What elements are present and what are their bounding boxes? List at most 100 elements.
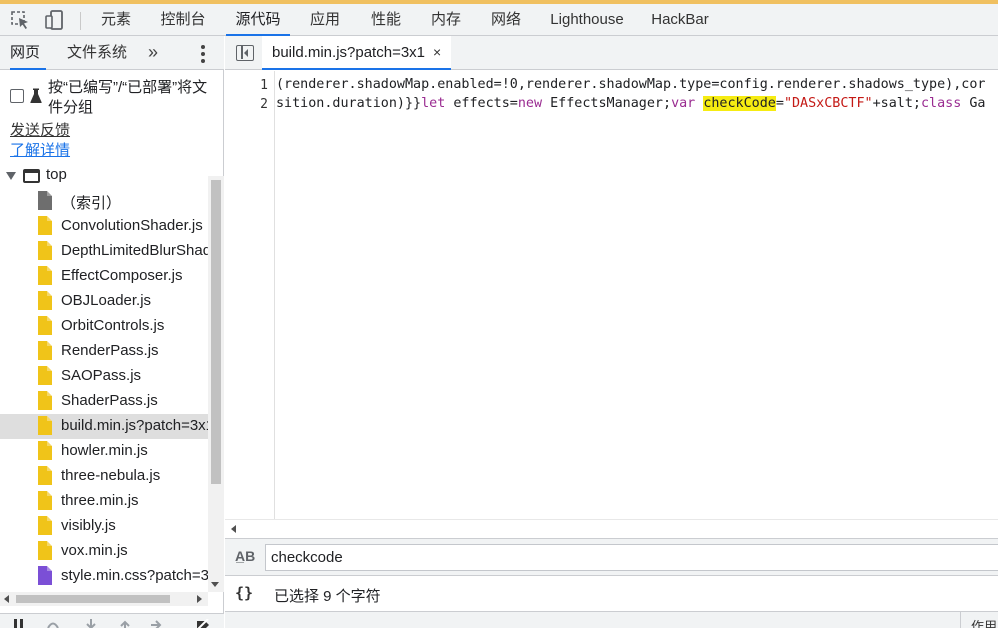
navigator-horizontal-scrollbar[interactable] — [0, 592, 208, 606]
tab-hackbar[interactable]: HackBar — [644, 4, 716, 36]
tab-page[interactable]: 网页 — [10, 36, 46, 70]
file-tree-item[interactable]: ConvolutionShader.js — [0, 214, 208, 239]
inspect-element-icon[interactable] — [10, 10, 32, 30]
scroll-down-arrow-icon[interactable] — [211, 582, 219, 587]
scrollbar-thumb[interactable] — [211, 180, 221, 484]
js-file-icon — [38, 541, 52, 560]
code-token: +salt; — [872, 96, 921, 111]
tab-network[interactable]: 网络 — [482, 4, 530, 36]
step-into-icon[interactable] — [84, 619, 98, 628]
file-tree-item[interactable]: SAOPass.js — [0, 364, 208, 389]
learn-more-link[interactable]: 了解详情 — [10, 139, 70, 160]
file-name: build.min.js?patch=3x1 — [61, 417, 208, 434]
file-name: three-nebula.js — [61, 467, 161, 484]
editor-horizontal-scrollbar[interactable] — [225, 519, 998, 537]
tab-elements[interactable]: 元素 — [92, 4, 140, 36]
js-file-icon — [38, 491, 52, 510]
selection-status: 已选择 9 个字符 — [274, 588, 381, 605]
file-tree-item[interactable]: EffectComposer.js — [0, 264, 208, 289]
tab-console[interactable]: 控制台 — [152, 4, 214, 36]
file-tree-item[interactable]: visibly.js — [0, 514, 208, 539]
js-file-icon — [38, 216, 52, 235]
code-line-1[interactable]: (renderer.shadowMap.enabled=!0,renderer.… — [276, 77, 985, 92]
file-tree-item[interactable]: style.min.css?patch=3x1 — [0, 564, 208, 589]
file-tree-item[interactable]: OrbitControls.js — [0, 314, 208, 339]
file-tree-item[interactable]: DepthLimitedBlurShader.js — [0, 239, 208, 264]
pause-icon[interactable] — [12, 619, 26, 628]
js-file-icon — [38, 466, 52, 485]
file-name: OBJLoader.js — [61, 292, 152, 309]
scroll-left-arrow-icon[interactable] — [4, 595, 9, 603]
file-name: three.min.js — [61, 492, 139, 509]
deactivate-breakpoints-icon[interactable] — [196, 619, 210, 628]
navigator-panel: 网页 文件系统 » 按“已编写”/“已部署”将文件分组 发送反馈 了解详情 to… — [0, 36, 224, 628]
file-name: vox.min.js — [61, 542, 128, 559]
editor-status-bar: {} 已选择 9 个字符 — [225, 575, 998, 611]
file-name: DepthLimitedBlurShader.js — [61, 242, 208, 259]
code-editor[interactable]: 1 2 (renderer.shadowMap.enabled=!0,rende… — [225, 71, 998, 519]
file-tree-item[interactable]: howler.min.js — [0, 439, 208, 464]
file-tree-item[interactable]: OBJLoader.js — [0, 289, 208, 314]
file-tree-item[interactable]: vox.min.js — [0, 539, 208, 564]
js-file-icon — [38, 391, 52, 410]
file-name: OrbitControls.js — [61, 317, 165, 334]
line-number[interactable]: 1 — [260, 78, 268, 93]
debugger-controls — [0, 613, 224, 628]
frame-icon — [23, 169, 40, 183]
debugger-sidebar-strip: 作用 — [225, 611, 998, 628]
group-by-authored-checkbox[interactable] — [10, 89, 24, 103]
navigator-menu-icon[interactable] — [200, 45, 206, 63]
tab-performance[interactable]: 性能 — [362, 4, 410, 36]
code-token: Ga — [961, 96, 986, 111]
file-tree-item[interactable]: ShaderPass.js — [0, 389, 208, 414]
js-file-icon — [38, 266, 52, 285]
editor-tab-strip: build.min.js?patch=3x1 × — [225, 36, 998, 70]
tab-filesystem[interactable]: 文件系统 — [67, 36, 131, 70]
code-token: sition.duration)}} — [276, 96, 422, 111]
toolbar-divider — [80, 12, 81, 30]
line-number[interactable]: 2 — [260, 97, 268, 112]
tab-application[interactable]: 应用 — [302, 4, 348, 36]
code-line-2[interactable]: sition.duration)}}let effects=new Effect… — [276, 96, 986, 111]
file-tree-item[interactable]: RenderPass.js — [0, 339, 208, 364]
code-keyword: new — [517, 96, 543, 111]
document-file-icon — [38, 191, 52, 210]
code-token: EffectsManager; — [542, 96, 672, 111]
js-file-icon — [38, 416, 52, 435]
file-name: EffectComposer.js — [61, 267, 183, 284]
file-tree-item[interactable]: three-nebula.js — [0, 464, 208, 489]
tree-item-top-frame[interactable]: top — [0, 164, 208, 189]
navigator-vertical-scrollbar[interactable] — [208, 176, 224, 592]
scroll-left-arrow-icon[interactable] — [231, 525, 236, 533]
file-name: （索引） — [61, 195, 122, 212]
more-tabs-button[interactable]: » — [148, 42, 158, 63]
tab-sources[interactable]: 源代码 — [226, 4, 290, 36]
expand-arrow-icon[interactable] — [6, 172, 16, 180]
file-tree-item[interactable]: （索引） — [0, 189, 208, 214]
match-case-icon[interactable]: A̲B — [235, 548, 255, 564]
file-tree-item[interactable]: build.min.js?patch=3x1 — [0, 414, 208, 439]
code-string: "DASxCBCTF" — [783, 96, 873, 111]
device-toolbar-icon[interactable] — [44, 10, 66, 30]
editor-tab-build-min-js[interactable]: build.min.js?patch=3x1 × — [262, 36, 452, 70]
scroll-right-arrow-icon[interactable] — [197, 595, 202, 603]
code-token: effects= — [445, 96, 518, 111]
step-icon[interactable] — [150, 619, 164, 628]
file-name: ConvolutionShader.js — [61, 217, 203, 234]
css-file-icon — [38, 566, 52, 585]
toggle-navigator-icon[interactable] — [236, 45, 254, 61]
navigator-tabs: 网页 文件系统 » — [0, 36, 224, 70]
line-number-gutter[interactable]: 1 2 — [225, 71, 275, 519]
file-tree-item[interactable]: three.min.js — [0, 489, 208, 514]
tab-lighthouse[interactable]: Lighthouse — [542, 4, 632, 36]
tab-memory[interactable]: 内存 — [422, 4, 470, 36]
close-tab-icon[interactable]: × — [433, 44, 441, 60]
js-file-icon — [38, 291, 52, 310]
pretty-print-icon[interactable]: {} — [235, 584, 253, 602]
scope-tab[interactable]: 作用 — [971, 616, 997, 628]
scrollbar-thumb[interactable] — [16, 595, 170, 603]
step-over-icon[interactable] — [46, 619, 60, 628]
step-out-icon[interactable] — [118, 619, 132, 628]
find-input[interactable] — [265, 544, 998, 571]
send-feedback-link[interactable]: 发送反馈 — [10, 119, 70, 140]
